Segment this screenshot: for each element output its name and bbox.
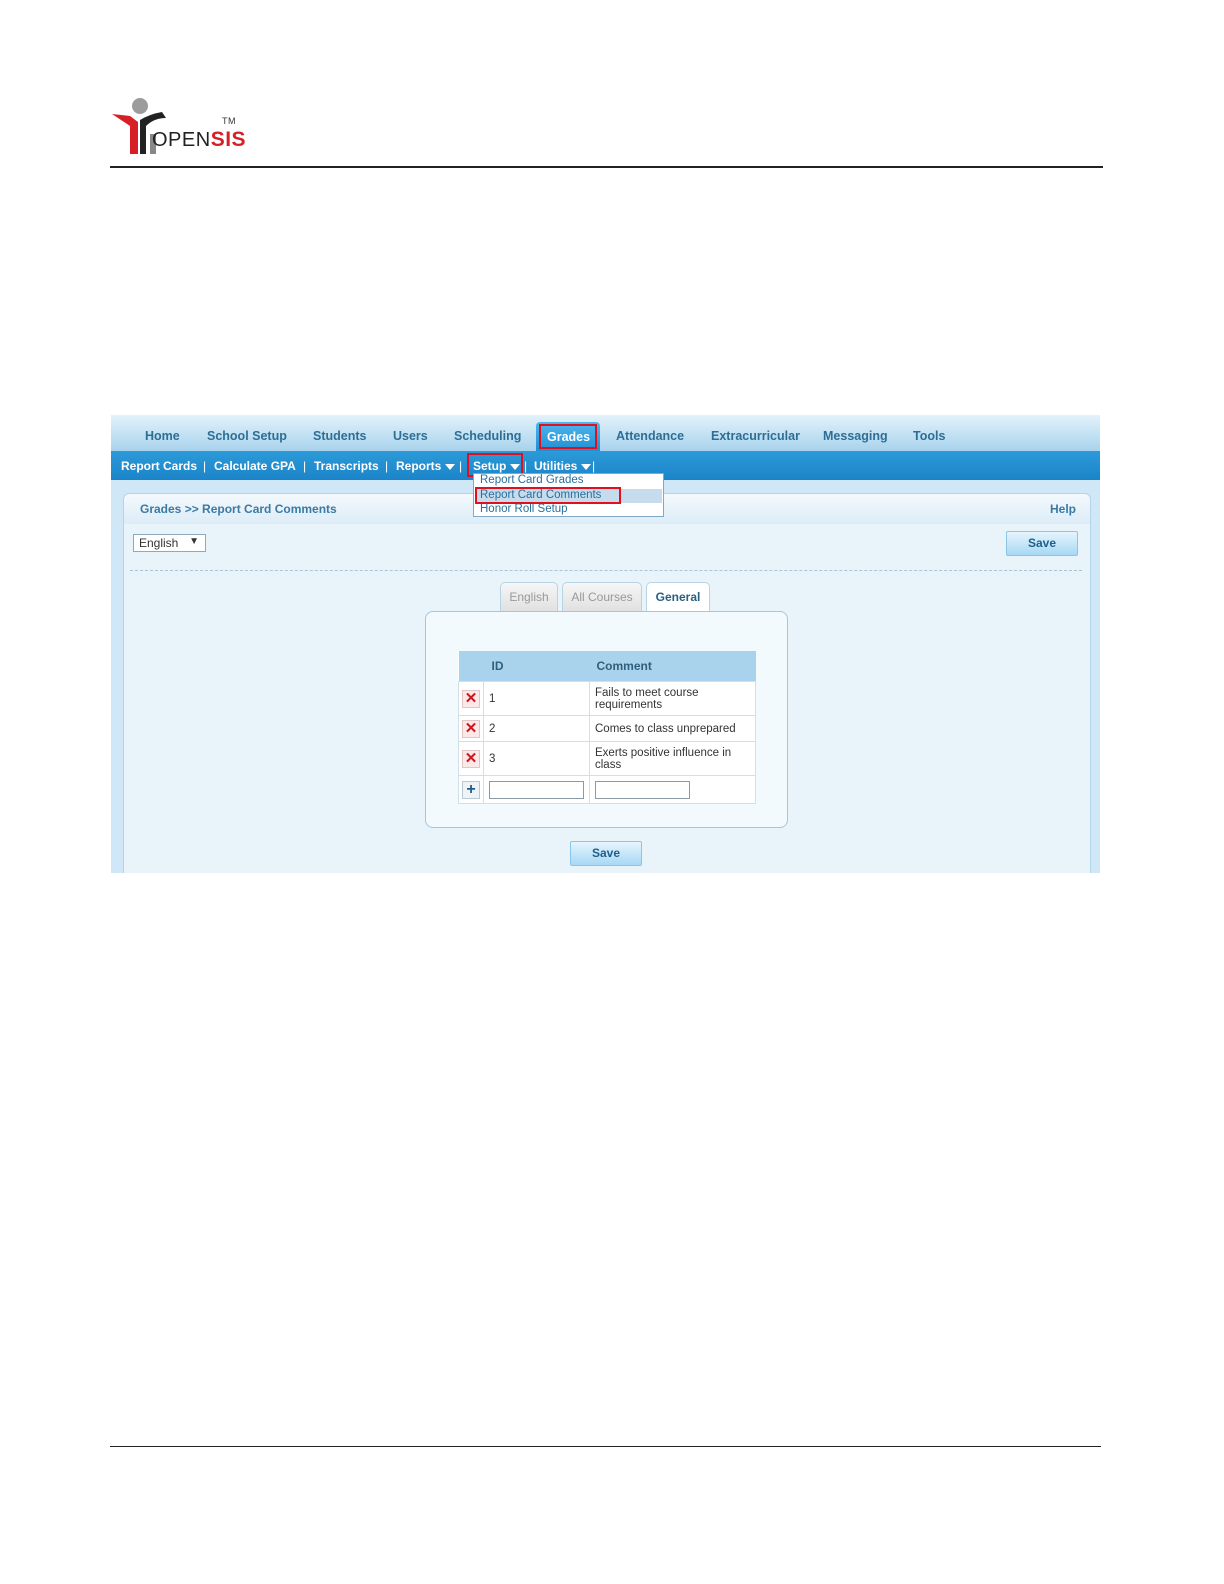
help-link[interactable]: Help bbox=[1050, 502, 1076, 516]
row-comment: Fails to meet course requirements bbox=[589, 681, 756, 716]
footer-rule bbox=[110, 1446, 1101, 1447]
nav-school-setup[interactable]: School Setup bbox=[207, 429, 287, 443]
row-id: 2 bbox=[483, 715, 590, 742]
menu-item-report-card-grades[interactable]: Report Card Grades bbox=[480, 474, 584, 486]
plus-icon[interactable]: + bbox=[462, 780, 480, 799]
trademark-mark: TM bbox=[222, 116, 236, 126]
table-header-id: ID bbox=[483, 651, 590, 682]
subnav-separator: | bbox=[203, 459, 207, 473]
new-comment-input[interactable] bbox=[595, 780, 690, 799]
menu-item-honor-roll-setup[interactable]: Honor Roll Setup bbox=[480, 503, 568, 515]
caret-down-icon bbox=[581, 463, 592, 470]
app-screenshot: Home School Setup Students Users Schedul… bbox=[111, 415, 1100, 873]
nav-extracurricular[interactable]: Extracurricular bbox=[711, 429, 800, 443]
subnav-reports[interactable]: Reports bbox=[396, 459, 456, 473]
subnav-utilities[interactable]: Utilities bbox=[534, 459, 592, 473]
subnav-separator: | bbox=[303, 459, 307, 473]
language-select[interactable]: English ▼ bbox=[133, 534, 206, 552]
row-action-cell: ✕ bbox=[458, 681, 484, 716]
subnav-separator: | bbox=[385, 459, 389, 473]
section-divider bbox=[130, 570, 1082, 571]
caret-down-icon bbox=[445, 463, 456, 470]
logo-wordmark: OPENSIS TM bbox=[152, 116, 247, 152]
subnav-report-cards[interactable]: Report Cards bbox=[121, 459, 197, 473]
nav-messaging[interactable]: Messaging bbox=[823, 429, 888, 443]
new-row: + bbox=[458, 775, 756, 804]
nav-users[interactable]: Users bbox=[393, 429, 428, 443]
logo-open-text: OPEN bbox=[152, 129, 211, 151]
row-id: 1 bbox=[483, 681, 590, 716]
comments-tab-panel: ID Comment ✕ 1 Fails to meet course requ… bbox=[425, 611, 788, 828]
delete-icon[interactable]: ✕ bbox=[462, 689, 480, 708]
nav-home[interactable]: Home bbox=[145, 429, 180, 443]
subnav-transcripts[interactable]: Transcripts bbox=[314, 459, 379, 473]
row-comment: Exerts positive influence in class bbox=[589, 741, 756, 776]
subnav-utilities-label: Utilities bbox=[534, 459, 578, 473]
header-rule bbox=[110, 166, 1103, 168]
table-header-row: ID Comment bbox=[458, 651, 756, 682]
breadcrumb: Grades >> Report Card Comments bbox=[140, 502, 337, 516]
nav-students[interactable]: Students bbox=[313, 429, 366, 443]
subnav-separator: | bbox=[459, 459, 463, 473]
tab-english[interactable]: English bbox=[500, 582, 558, 612]
table-row: ✕ 3 Exerts positive influence in class bbox=[458, 741, 756, 776]
comments-table: ID Comment ✕ 1 Fails to meet course requ… bbox=[458, 651, 756, 804]
new-comment-cell bbox=[589, 775, 756, 804]
delete-icon[interactable]: ✕ bbox=[462, 719, 480, 738]
table-header-comment: Comment bbox=[589, 651, 756, 682]
tab-all-courses[interactable]: All Courses bbox=[562, 582, 642, 612]
report-card-comments-highlight-box bbox=[475, 487, 621, 504]
table-row: ✕ 2 Comes to class unprepared bbox=[458, 715, 756, 742]
language-select-value: English bbox=[139, 536, 179, 550]
main-nav: Home School Setup Students Users Schedul… bbox=[111, 415, 1100, 451]
row-action-cell: ✕ bbox=[458, 741, 484, 776]
subnav-separator: | bbox=[524, 459, 528, 473]
subnav-reports-label: Reports bbox=[396, 459, 442, 473]
content-panel: Grades >> Report Card Comments Help Engl… bbox=[123, 493, 1091, 873]
row-comment: Comes to class unprepared bbox=[589, 715, 756, 742]
table-header-action bbox=[458, 651, 484, 682]
nav-attendance[interactable]: Attendance bbox=[616, 429, 684, 443]
new-id-input[interactable] bbox=[489, 780, 584, 799]
nav-scheduling[interactable]: Scheduling bbox=[454, 429, 521, 443]
grades-highlight-box bbox=[539, 424, 597, 449]
table-row: ✕ 1 Fails to meet course requirements bbox=[458, 681, 756, 716]
delete-icon[interactable]: ✕ bbox=[462, 749, 480, 768]
logo-sis-text: SIS bbox=[210, 128, 247, 151]
chevron-down-icon: ▼ bbox=[189, 536, 199, 547]
row-action-cell: ✕ bbox=[458, 715, 484, 742]
tab-general[interactable]: General bbox=[646, 582, 710, 613]
nav-tools[interactable]: Tools bbox=[913, 429, 945, 443]
row-id: 3 bbox=[483, 741, 590, 776]
new-id-cell bbox=[483, 775, 590, 804]
row-action-cell: + bbox=[458, 775, 484, 804]
subnav-calculate-gpa[interactable]: Calculate GPA bbox=[214, 459, 296, 473]
save-button-top[interactable]: Save bbox=[1006, 531, 1078, 556]
save-button-bottom[interactable]: Save bbox=[570, 841, 642, 866]
subnav-separator: | bbox=[592, 459, 596, 473]
